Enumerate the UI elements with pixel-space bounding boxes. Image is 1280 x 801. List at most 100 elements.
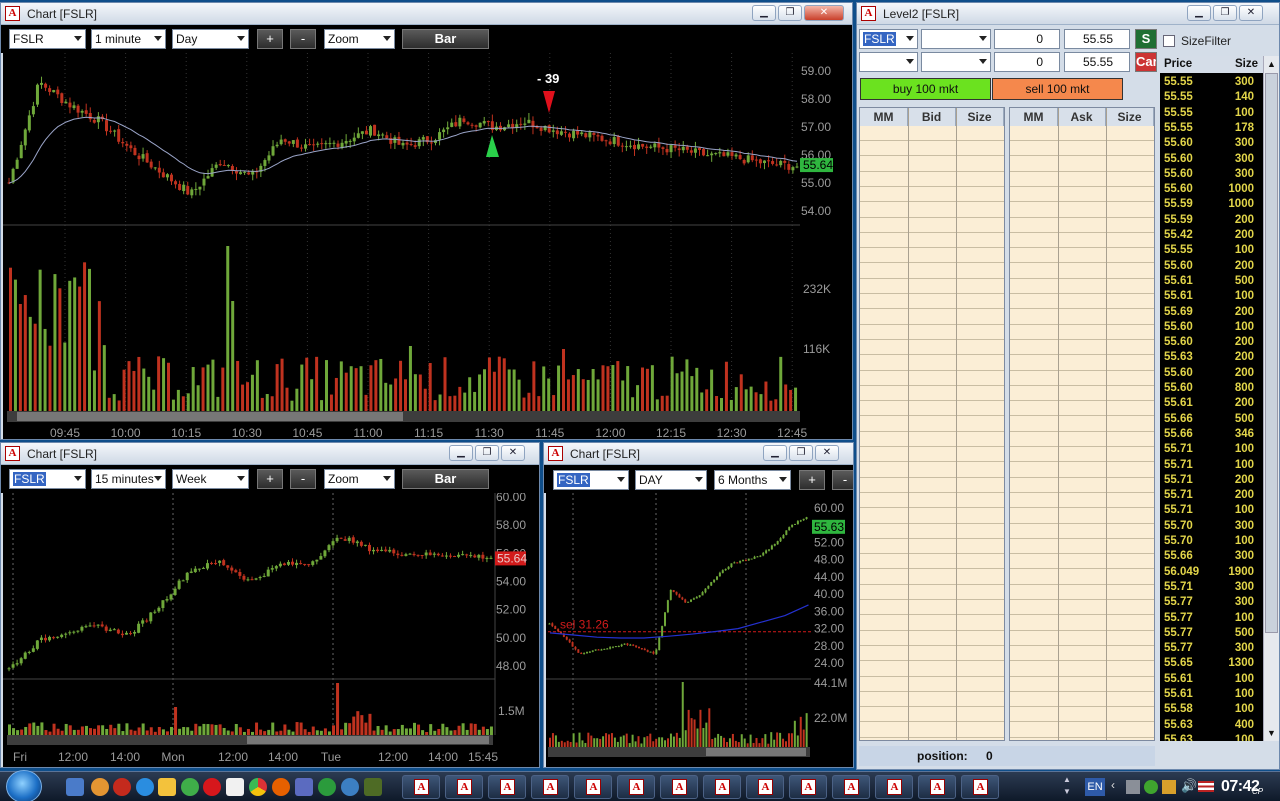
firefox-icon[interactable] <box>272 778 290 796</box>
zoom-in-button[interactable]: + <box>257 469 283 489</box>
taskbar-app-button[interactable]: A <box>402 775 440 799</box>
week-chart-titlebar[interactable]: A Chart [FSLR] ▁ ❐ ✕ <box>1 443 539 465</box>
bid-header-size[interactable]: Size <box>956 108 1004 126</box>
close-button[interactable]: ✕ <box>501 445 525 461</box>
start-orb-icon[interactable] <box>6 770 42 801</box>
sixmonth-chart-area[interactable]: 60.0056.0052.0048.0044.0040.0036.0032.00… <box>546 493 853 767</box>
cancel-order-button[interactable]: Car <box>1135 52 1157 72</box>
taskbar-app-button[interactable]: A <box>832 775 870 799</box>
price-input-1[interactable]: 55.55 <box>1064 29 1130 49</box>
ask-header-ask[interactable]: Ask <box>1058 108 1106 126</box>
chart-style-button[interactable]: Bar <box>402 469 489 489</box>
messenger-icon[interactable] <box>158 778 176 796</box>
minimize-button[interactable]: ▁ <box>752 5 776 21</box>
sixmonth-chart-titlebar[interactable]: A Chart [FSLR] ▁ ❐ ✕ <box>544 443 853 465</box>
tray-icon-2[interactable] <box>1144 780 1158 794</box>
document-icon[interactable] <box>226 778 244 796</box>
taskbar-app-button[interactable]: A <box>445 775 483 799</box>
search-icon[interactable] <box>341 778 359 796</box>
week-chart-area[interactable]: 60.0058.0056.0054.0052.0050.0048.0055.64… <box>3 493 539 767</box>
close-button[interactable]: ✕ <box>1239 5 1263 21</box>
zoom-out-button[interactable]: - <box>832 470 853 490</box>
route-select[interactable] <box>921 29 991 49</box>
bid-header-mm[interactable]: MM <box>860 108 908 126</box>
ask-header-size[interactable]: Size <box>1106 108 1154 126</box>
taskbar-app-button[interactable]: A <box>488 775 526 799</box>
taskbar-app-button[interactable]: A <box>961 775 999 799</box>
media-icon[interactable] <box>113 778 131 796</box>
scroll-down-icon[interactable]: ▼ <box>1264 725 1279 741</box>
taskbar-app-button[interactable]: A <box>789 775 827 799</box>
zoom-select[interactable]: Zoom <box>324 469 395 489</box>
ask-book-grid[interactable]: MM Ask Size <box>1009 107 1155 741</box>
ts-scrollbar[interactable]: ▲ ▼ <box>1263 56 1279 741</box>
minimize-button[interactable]: ▁ <box>1187 5 1211 21</box>
volume-icon[interactable]: 🔊 <box>1181 778 1197 794</box>
scroll-up-icon[interactable]: ▲ <box>1264 56 1279 72</box>
range-select[interactable]: 6 Months <box>714 470 791 490</box>
chrome-icon[interactable] <box>249 778 267 796</box>
qty-input-1[interactable]: 0 <box>994 29 1060 49</box>
main-chart-area[interactable]: 09:45 10:00 10:15 10:30 10:45 11:00 11:15 11:30… <box>3 53 852 439</box>
close-button[interactable]: ✕ <box>804 5 844 21</box>
qty-input-2[interactable]: 0 <box>994 52 1060 72</box>
maximize-button[interactable]: ❐ <box>475 445 499 461</box>
zoom-out-button[interactable]: - <box>290 469 316 489</box>
internet-explorer-icon[interactable] <box>136 778 154 796</box>
symbol-select[interactable]: FSLR <box>553 470 629 490</box>
symbol-select[interactable]: FSLR <box>9 469 86 489</box>
zoom-in-button[interactable]: + <box>799 470 825 490</box>
close-button[interactable]: ✕ <box>815 445 839 461</box>
scroll-thumb[interactable] <box>1265 73 1278 633</box>
level2-titlebar[interactable]: A Level2 [FSLR] ▁ ❐ ✕ <box>857 3 1279 25</box>
taskbar-app-button[interactable]: A <box>617 775 655 799</box>
mail-icon[interactable] <box>295 778 313 796</box>
zoom-out-button[interactable]: - <box>290 29 316 49</box>
buy-market-button[interactable]: buy 100 mkt <box>860 78 991 100</box>
interval-select[interactable]: 1 minute <box>91 29 166 49</box>
symbol-select[interactable]: FSLR <box>9 29 86 49</box>
size-filter-checkbox[interactable] <box>1163 35 1175 47</box>
tray-icon-3[interactable] <box>1162 780 1176 794</box>
interval-select[interactable]: 15 minutes <box>91 469 166 489</box>
minimize-button[interactable]: ▁ <box>449 445 473 461</box>
sell-market-button[interactable]: sell 100 mkt <box>992 78 1123 100</box>
maximize-button[interactable]: ❐ <box>1213 5 1237 21</box>
taskbar-app-button[interactable]: A <box>746 775 784 799</box>
maximize-button[interactable]: ❐ <box>778 5 802 21</box>
taskbar-app-button[interactable]: A <box>703 775 741 799</box>
flag-icon[interactable] <box>1198 781 1214 792</box>
zoom-in-button[interactable]: + <box>257 29 283 49</box>
taskbar-app-button[interactable]: A <box>875 775 913 799</box>
tray-icon-1[interactable] <box>1126 780 1140 794</box>
bid-book-grid[interactable]: MM Bid Size <box>859 107 1005 741</box>
zoom-select[interactable]: Zoom <box>324 29 395 49</box>
language-indicator[interactable]: EN <box>1085 778 1105 796</box>
type-select[interactable] <box>921 52 991 72</box>
l2-symbol-select[interactable]: FSLR <box>859 29 918 49</box>
minimize-button[interactable]: ▁ <box>763 445 787 461</box>
maximize-button[interactable]: ❐ <box>789 445 813 461</box>
send-order-button[interactable]: S <box>1135 29 1157 49</box>
tray-expand-icon[interactable]: ‹ <box>1111 778 1115 792</box>
time-and-sales-list[interactable]: Price Size 55.55 300 55.55 140 55.55 100 55.55… <box>1160 56 1263 741</box>
main-chart-titlebar[interactable]: A Chart [FSLR] ▁ ❐ ✕ <box>1 3 852 25</box>
price-input-2[interactable]: 55.55 <box>1064 52 1130 72</box>
ask-header-mm[interactable]: MM <box>1010 108 1058 126</box>
interval-select[interactable]: DAY <box>635 470 707 490</box>
taskbar-app-button[interactable]: A <box>918 775 956 799</box>
taskbar-app-button[interactable]: A <box>574 775 612 799</box>
taskbar-app-button[interactable]: A <box>660 775 698 799</box>
show-desktop-icon[interactable] <box>66 778 84 796</box>
range-select[interactable]: Day <box>172 29 249 49</box>
taskbar-app-button[interactable]: A <box>531 775 569 799</box>
chat-icon[interactable] <box>181 778 199 796</box>
account-select[interactable] <box>859 52 918 72</box>
taskbar-scroll-arrows[interactable]: ▲ ▼ <box>1063 774 1071 798</box>
opera-icon[interactable] <box>203 778 221 796</box>
range-select[interactable]: Week <box>172 469 249 489</box>
bid-header-bid[interactable]: Bid <box>908 108 956 126</box>
chart-style-button[interactable]: Bar <box>402 29 489 49</box>
settings-icon[interactable] <box>91 778 109 796</box>
game-icon[interactable] <box>364 778 382 796</box>
